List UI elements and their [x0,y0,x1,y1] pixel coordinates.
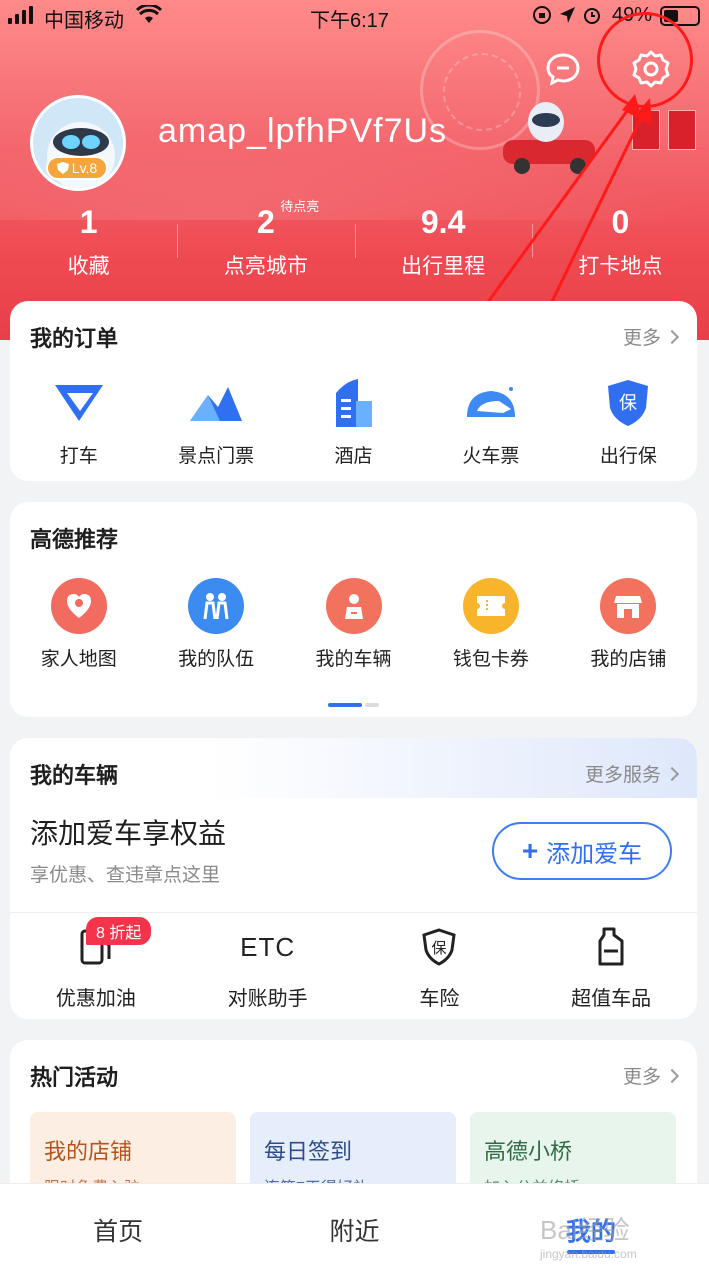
recommend-my-shop[interactable]: 我的店铺 [560,578,697,671]
chevron-right-icon [664,329,680,344]
alarm-icon [584,8,600,24]
order-label: 火车票 [462,446,520,467]
order-label: 酒店 [334,446,373,467]
clock: 下午6:17 [310,10,389,32]
family-map-icon [50,578,107,634]
watermark-url: jingyan.baidu.com [540,1247,637,1261]
recommend-family-map[interactable]: 家人地图 [10,578,147,671]
level-shield-icon [56,162,69,174]
vehicle-card: 我的车辆 更多服务 添加爱车享权益 享优惠、查违章点这里 + 添加爱车 8 折起… [10,738,697,1019]
order-label: 出行保 [599,446,657,467]
chevron-right-icon [664,1068,680,1083]
vehicle-car-insurance[interactable]: 保 车险 [354,924,526,1011]
recommend-my-vehicle[interactable]: 我的车辆 [285,578,422,671]
team-icon [188,578,245,634]
vehicle-fuel-discount[interactable]: 8 折起 优惠加油 [10,917,182,1011]
vehicle-title: 我的车辆 [30,763,119,788]
activity-title: 高德小桥 [484,1139,573,1164]
vehicle-service-label: 优惠加油 [55,988,136,1010]
activities-more-link[interactable]: 更多 [622,1062,680,1089]
vehicle-headline: 添加爱车享权益 [30,818,227,849]
level-text: Lv.8 [71,160,98,176]
recommend-card: 高德推荐 家人地图 我的队伍 我的车辆 钱包卡券 我的店铺 [10,502,697,717]
scenic-ticket-icon [190,387,243,421]
stat-lit-cities[interactable]: 待点亮 2 点亮城市 [177,199,354,290]
vehicle-service-label: 车险 [419,988,460,1010]
more-label: 更多服务 [584,765,661,786]
add-car-button[interactable]: + 添加爱车 [492,822,672,880]
vehicle-service-label: 对账助手 [227,988,308,1010]
stat-note: 待点亮 [280,199,320,214]
stat-value: 1 [79,204,98,240]
signal-icon [8,6,33,24]
activity-daily-checkin[interactable]: 每日签到 连签7天得好礼 [250,1112,456,1192]
plus-icon: + [521,835,539,866]
add-car-label: 添加爱车 [546,840,643,868]
recommend-label: 钱包卡券 [452,649,529,670]
recommend-my-team[interactable]: 我的队伍 [147,578,284,671]
activities-title: 热门活动 [30,1065,119,1090]
orders-more-link[interactable]: 更多 [622,323,680,350]
discount-badge: 8 折起 [86,917,152,945]
svg-text:保: 保 [619,393,637,414]
stat-label: 点亮城市 [223,255,308,278]
more-label: 更多 [622,328,661,349]
tab-home[interactable]: 首页 [0,1184,236,1280]
tab-nearby[interactable]: 附近 [236,1184,472,1280]
order-scenic-tickets[interactable]: 景点门票 [147,375,284,468]
order-hotel[interactable]: 酒店 [285,375,422,468]
order-label: 景点门票 [178,446,255,467]
chevron-right-icon [664,766,680,781]
stat-value: 2 [256,204,275,240]
page-indicator [328,703,379,707]
activity-bridge-charity[interactable]: 高德小桥 加入公益修桥 [470,1112,676,1192]
order-train-tickets[interactable]: 火车票 [422,375,559,468]
carrier-name: 中国移动 [44,10,124,32]
location-icon [560,7,575,23]
vehicle-car-products[interactable]: 超值车品 [525,924,697,1011]
vehicle-more-services-link[interactable]: 更多服务 [584,760,680,787]
watermark: Bai经验 jingyan.baidu.com [540,1210,637,1261]
stat-favorites[interactable]: 1 收藏 [0,200,177,290]
recommend-wallet-coupons[interactable]: 钱包卡券 [422,578,559,671]
vehicle-subtitle: 享优惠、查违章点这里 [30,865,221,886]
activity-title: 每日签到 [264,1139,353,1164]
order-travel-insurance[interactable]: 保 出行保 [560,375,697,468]
car-product-icon [598,927,624,966]
more-label: 更多 [622,1067,661,1088]
divider [10,912,697,913]
svg-text:保: 保 [432,939,447,957]
travel-insurance-icon: 保 [608,380,649,426]
recommend-label: 我的队伍 [178,649,255,670]
hotel-icon [335,379,372,427]
vehicle-etc-assistant[interactable]: ETC 对账助手 [182,924,354,1011]
lock-rotation-icon [533,6,551,24]
orders-card: 我的订单 更多 打车 景点门票 酒店 火车票 保 出行保 [10,301,697,481]
level-badge[interactable]: Lv.8 [46,156,108,180]
stat-label: 收藏 [67,255,110,278]
recommend-title: 高德推荐 [30,527,119,552]
shop-icon [600,578,657,634]
coupon-icon [462,578,519,634]
status-bar: 中国移动 下午6:17 49% [0,0,709,32]
orders-title: 我的订单 [30,326,119,351]
username[interactable]: amap_lpfhPVf7Us [158,112,447,151]
watermark-text: Bai经验 [540,1215,630,1245]
order-label: 打车 [59,446,98,467]
etc-icon: ETC [240,931,296,962]
vehicle-service-label: 超值车品 [571,988,652,1010]
recommend-label: 我的店铺 [590,649,667,670]
recommend-label: 家人地图 [40,649,117,670]
car-insurance-icon: 保 [422,928,457,966]
order-taxi[interactable]: 打车 [10,375,147,468]
driver-icon [325,578,382,634]
train-ticket-icon [466,387,515,417]
taxi-icon [54,385,103,421]
activity-title: 我的店铺 [44,1139,133,1164]
recommend-label: 我的车辆 [315,649,392,670]
activity-my-shop[interactable]: 我的店铺 限时免费入驻 [30,1112,236,1192]
wifi-icon [136,5,162,23]
